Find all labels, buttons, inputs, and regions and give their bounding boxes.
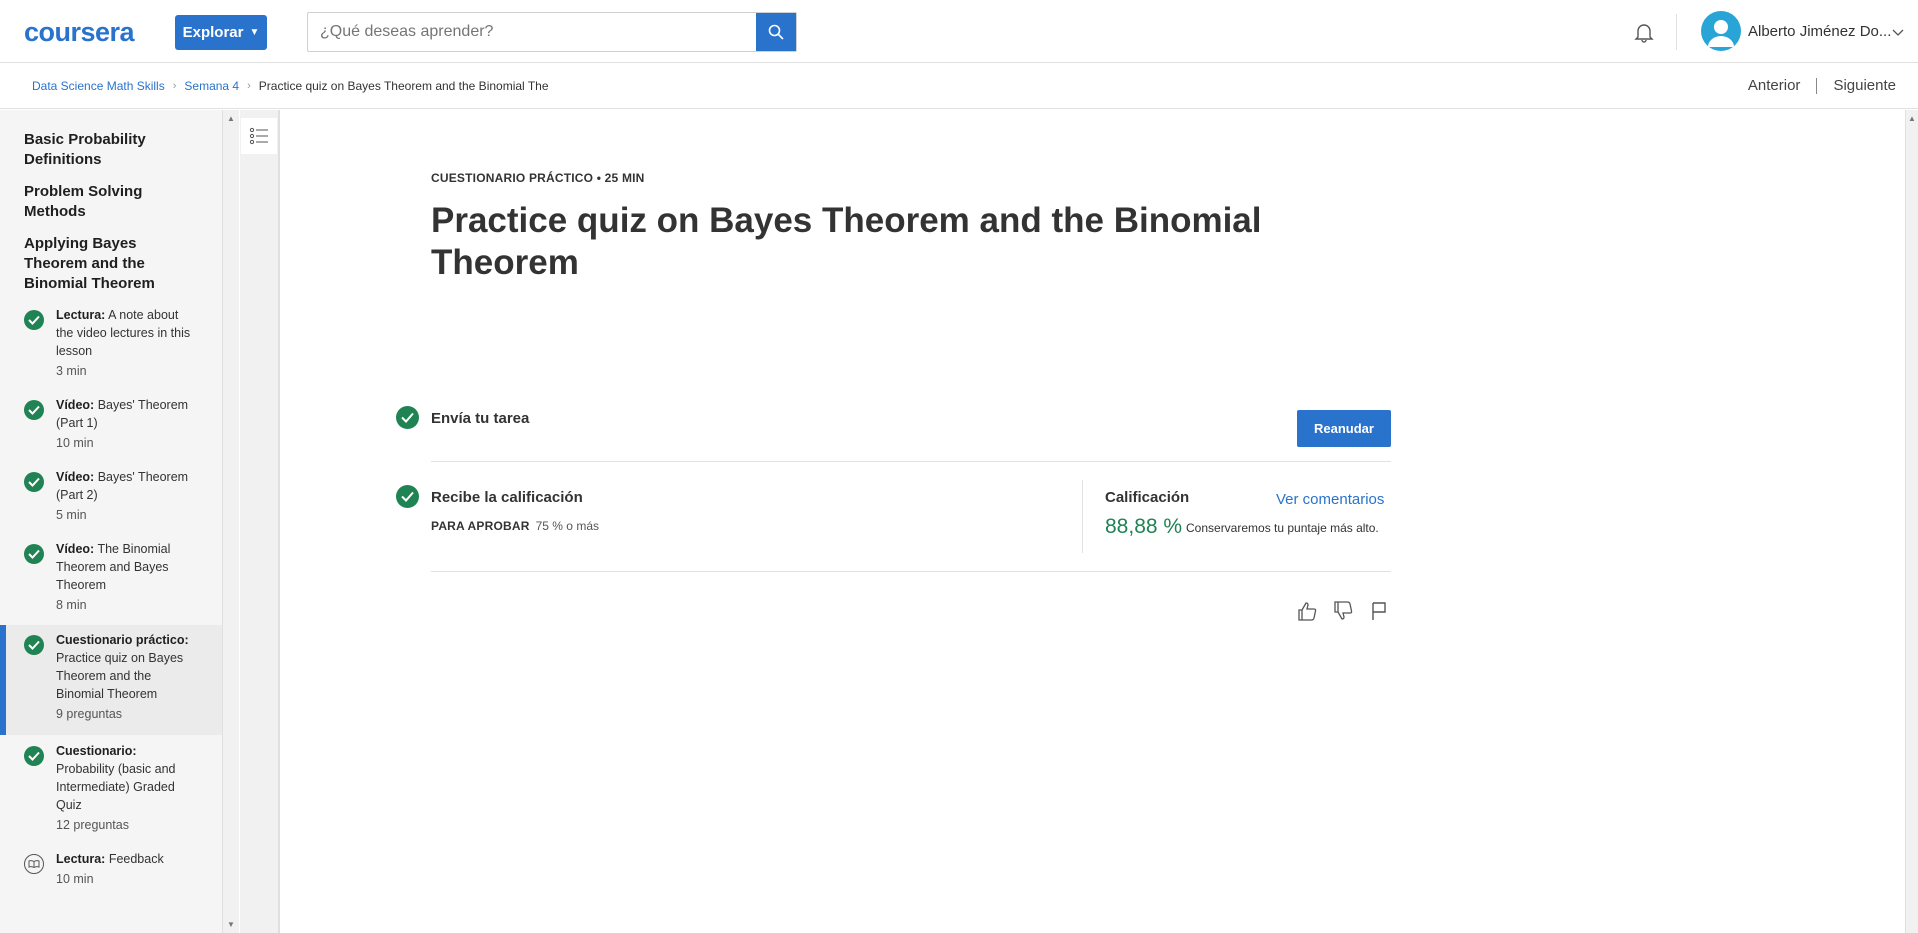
sidebar-heading[interactable]: Basic Probability Definitions xyxy=(24,130,204,170)
sidebar-item-graded-quiz[interactable]: Cuestionario: Probability (basic and Int… xyxy=(0,742,222,846)
sidebar-item-video-binomial[interactable]: Vídeo: The Binomial Theorem and Bayes Th… xyxy=(0,540,222,620)
course-sidebar: Basic Probability Definitions Problem So… xyxy=(0,110,222,933)
sidebar-item-video-bayes-2[interactable]: Vídeo: Bayes' Theorem (Part 2) 5 min xyxy=(0,468,222,528)
item-title: Practice quiz on Bayes Theorem and the B… xyxy=(56,651,184,701)
nav-divider xyxy=(1816,77,1818,94)
list-toggle-icon[interactable] xyxy=(241,118,277,154)
divider xyxy=(1082,480,1083,553)
view-feedback-link[interactable]: Ver comentarios xyxy=(1276,491,1384,508)
feedback-actions xyxy=(1296,600,1390,622)
grade-step-label: Recibe la calificación xyxy=(431,489,583,506)
check-circle-icon xyxy=(24,635,44,655)
explore-label: Explorar xyxy=(182,24,244,41)
top-header: coursera Explorar ▼ Alberto Jiménez Do..… xyxy=(0,0,1918,63)
sidebar-scrollbar[interactable]: ▲ ▼ xyxy=(222,110,239,933)
sidebar-heading[interactable]: Applying Bayes Theorem and the Binomial … xyxy=(24,234,204,294)
item-meta: 10 min xyxy=(56,872,94,886)
resume-button[interactable]: Reanudar xyxy=(1297,410,1391,447)
sidebar-item-video-bayes-1[interactable]: Vídeo: Bayes' Theorem (Part 1) 10 min xyxy=(0,396,222,456)
breadcrumb-course[interactable]: Data Science Math Skills xyxy=(32,79,165,93)
chevron-right-icon: › xyxy=(172,80,177,92)
grade-label: Calificación xyxy=(1105,489,1190,506)
scroll-down-icon[interactable]: ▼ xyxy=(227,920,235,929)
breadcrumb: Data Science Math Skills › Semana 4 › Pr… xyxy=(32,79,549,93)
search-input[interactable] xyxy=(308,13,756,51)
sidebar-item-label: Cuestionario práctico: Practice quiz on … xyxy=(56,631,196,703)
search-bar xyxy=(307,12,797,52)
page-title: Practice quiz on Bayes Theorem and the B… xyxy=(431,201,1262,282)
page-scrollbar[interactable]: ▲ xyxy=(1905,110,1918,933)
header-divider xyxy=(1676,14,1677,50)
divider xyxy=(431,571,1391,572)
grade-value: 88,88 % xyxy=(1105,515,1183,538)
breadcrumb-bar: Data Science Math Skills › Semana 4 › Pr… xyxy=(0,63,1918,109)
sidebar-item-label: Vídeo: Bayes' Theorem (Part 1) xyxy=(56,396,196,432)
next-link[interactable]: Siguiente xyxy=(1833,77,1896,94)
item-type: Lectura: xyxy=(56,308,106,322)
bell-icon[interactable] xyxy=(1632,20,1656,44)
user-avatar-icon[interactable] xyxy=(1701,11,1741,51)
divider xyxy=(431,461,1391,462)
item-eyebrow: CUESTIONARIO PRÁCTICO • 25 MIN xyxy=(431,171,645,185)
chevron-right-icon: › xyxy=(247,80,251,92)
check-circle-icon xyxy=(24,472,44,492)
explore-button[interactable]: Explorar ▼ xyxy=(175,15,267,50)
chevron-down-icon[interactable] xyxy=(1892,26,1904,38)
item-meta: 3 min xyxy=(56,364,87,378)
previous-link[interactable]: Anterior xyxy=(1748,77,1801,94)
search-icon xyxy=(768,24,784,40)
flag-icon[interactable] xyxy=(1368,600,1390,622)
sidebar-item-label: Cuestionario: Probability (basic and Int… xyxy=(56,742,196,814)
check-circle-icon xyxy=(24,746,44,766)
item-title: Probability (basic and Intermediate) Gra… xyxy=(56,762,176,812)
thumbs-down-icon[interactable] xyxy=(1332,600,1354,622)
pass-key: PARA APROBAR xyxy=(431,519,530,533)
check-circle-icon xyxy=(24,544,44,564)
sidebar-item-label: Lectura: Feedback xyxy=(56,850,196,868)
item-type: Lectura: xyxy=(56,852,106,866)
item-type: Cuestionario: xyxy=(56,744,137,758)
breadcrumb-week[interactable]: Semana 4 xyxy=(184,79,239,93)
user-name[interactable]: Alberto Jiménez Do... xyxy=(1748,23,1891,40)
scroll-up-icon[interactable]: ▲ xyxy=(1908,114,1916,123)
book-icon xyxy=(24,854,44,874)
prev-next-nav: Anterior Siguiente xyxy=(1748,77,1896,94)
thumbs-up-icon[interactable] xyxy=(1296,600,1318,622)
item-meta: 9 preguntas xyxy=(56,707,123,721)
toc-toggle-column xyxy=(240,110,280,933)
sidebar-item-label: Lectura: A note about the video lectures… xyxy=(56,306,196,360)
scroll-up-icon[interactable]: ▲ xyxy=(227,114,235,123)
item-type: Vídeo: xyxy=(56,470,95,484)
pass-value: 75 % o más xyxy=(535,519,599,533)
check-circle-icon xyxy=(396,406,419,429)
check-circle-icon xyxy=(24,310,44,330)
grade-note: Conservaremos tu puntaje más alto. xyxy=(1186,521,1379,535)
breadcrumb-current: Practice quiz on Bayes Theorem and the B… xyxy=(258,79,549,93)
pass-requirement: PARA APROBAR 75 % o más xyxy=(431,519,599,533)
sidebar-item-reading-feedback[interactable]: Lectura: Feedback 10 min xyxy=(0,850,222,906)
check-circle-icon xyxy=(24,400,44,420)
item-type: Vídeo: xyxy=(56,398,95,412)
sidebar-item-practice-quiz[interactable]: Cuestionario práctico: Practice quiz on … xyxy=(0,625,222,735)
item-type: Cuestionario práctico: xyxy=(56,633,189,647)
sidebar-item-label: Vídeo: Bayes' Theorem (Part 2) xyxy=(56,468,196,504)
item-meta: 12 preguntas xyxy=(56,818,129,832)
item-type: Vídeo: xyxy=(56,542,95,556)
item-meta: 8 min xyxy=(56,598,87,612)
sidebar-heading[interactable]: Problem Solving Methods xyxy=(24,182,204,222)
check-circle-icon xyxy=(396,485,419,508)
sidebar-item-reading-note[interactable]: Lectura: A note about the video lectures… xyxy=(0,306,222,390)
submit-step-label: Envía tu tarea xyxy=(431,410,530,427)
item-meta: 5 min xyxy=(56,508,87,522)
sidebar-item-label: Vídeo: The Binomial Theorem and Bayes Th… xyxy=(56,540,196,594)
chevron-down-icon: ▼ xyxy=(249,27,260,38)
item-title: Feedback xyxy=(108,852,164,866)
item-meta: 10 min xyxy=(56,436,94,450)
coursera-logo[interactable]: coursera xyxy=(24,17,135,48)
search-button[interactable] xyxy=(756,13,796,51)
